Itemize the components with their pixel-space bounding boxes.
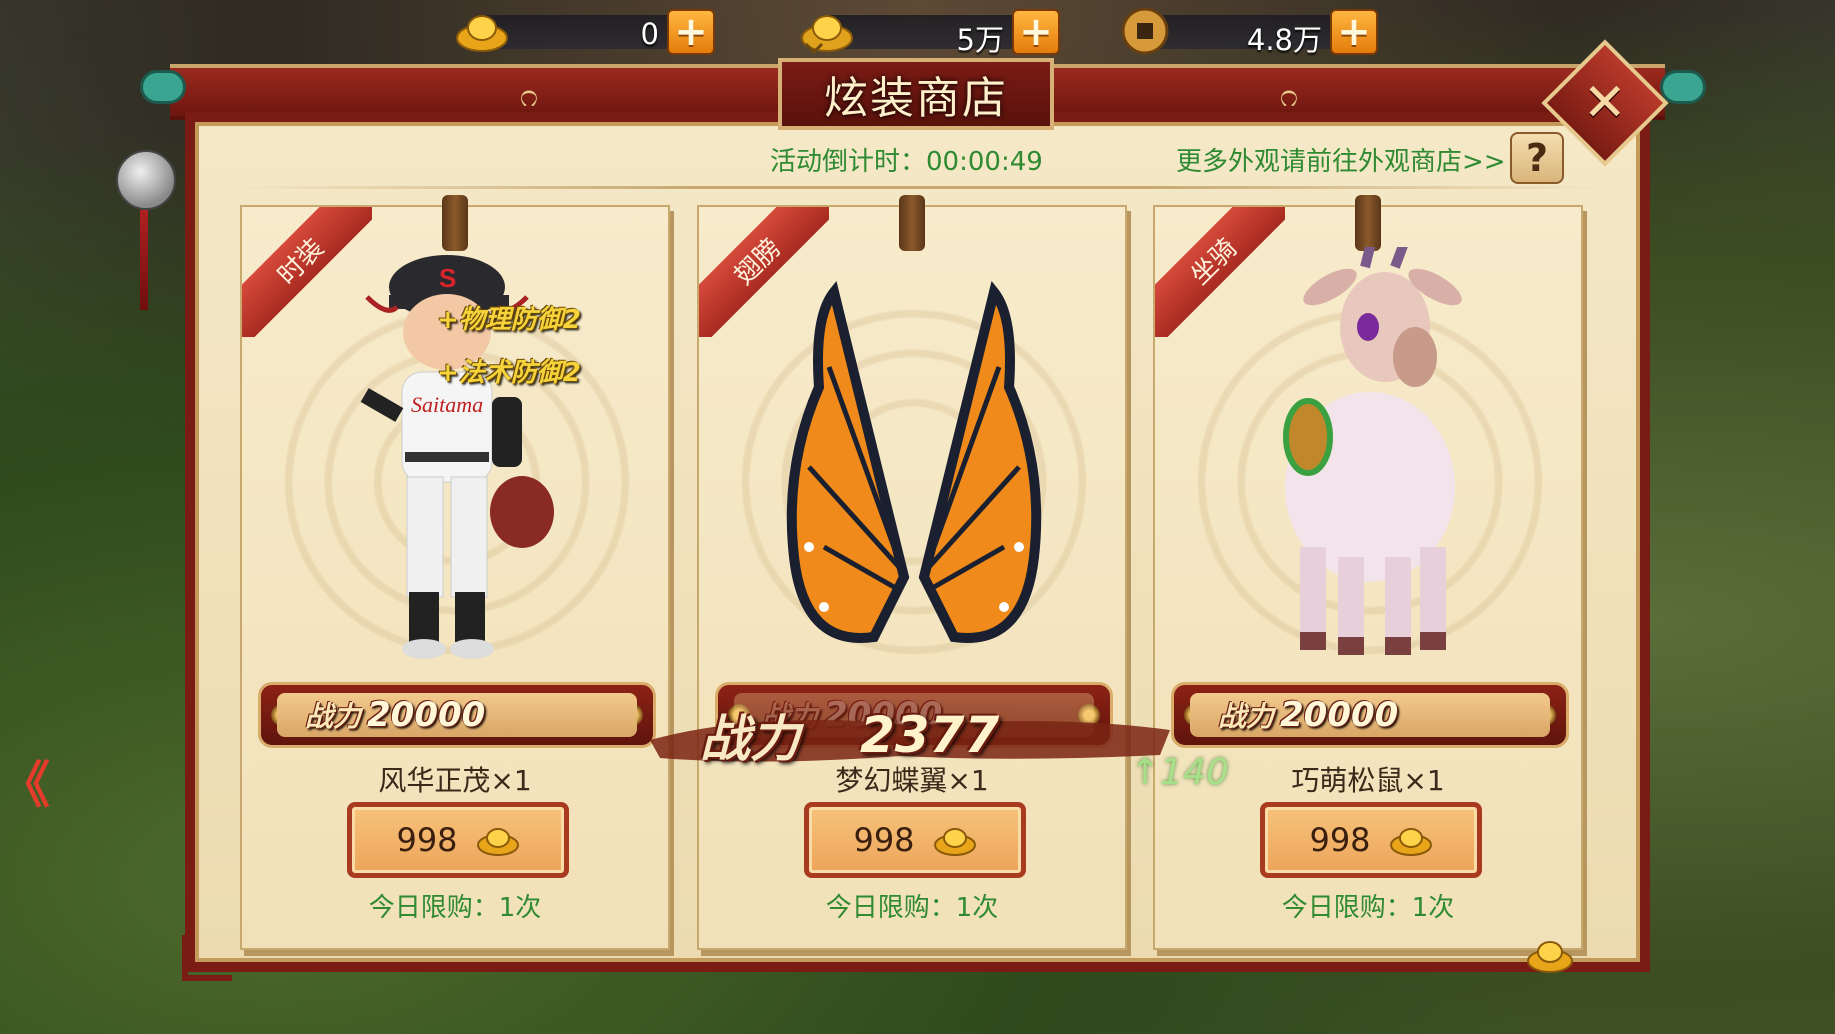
wooden-peg <box>899 195 925 251</box>
combat-power-popup: 战力 2377 <box>640 700 1180 770</box>
item-name: 风华正茂×1 <box>378 764 532 797</box>
gold-ingot-icon <box>1389 828 1432 856</box>
popup-power-value: 2377 <box>860 706 1000 764</box>
daily-purchase-limit: 今日限购：1次 <box>1281 893 1455 923</box>
price-value: 998 <box>396 821 458 859</box>
buff-magic-defense: +法术防御2 <box>437 358 581 388</box>
close-icon: ✕ <box>1583 72 1627 133</box>
price-value: 998 <box>853 821 915 859</box>
svg-text:Saitama: Saitama <box>411 392 483 417</box>
countdown-label: 活动倒计时： <box>770 147 927 177</box>
combat-power-value: 20000 <box>367 695 486 735</box>
add-copper-coin-button[interactable]: + <box>1330 9 1378 55</box>
shop-title-plaque: 炫装商店 <box>778 58 1054 130</box>
appearance-shop-link[interactable]: 更多外观请前往外观商店>> <box>1176 141 1506 178</box>
currency-gold-ingot: 0 + <box>455 4 720 56</box>
buy-button[interactable]: 998 <box>347 802 569 878</box>
corner-ornament <box>182 935 232 981</box>
add-bound-ingot-button[interactable]: + <box>1012 9 1060 55</box>
wooden-peg <box>442 195 468 251</box>
gold-ingot-icon <box>476 828 519 856</box>
wings-preview-image <box>786 280 1042 643</box>
daily-purchase-limit: 今日限购：1次 <box>368 893 542 923</box>
combat-power-value: 20000 <box>1280 695 1399 735</box>
swirl-ornament-right: ೧ <box>1280 76 1298 114</box>
popup-power-delta: ↑140 <box>1130 752 1229 793</box>
gold-ingot-decoration-icon <box>1527 941 1573 973</box>
buy-button[interactable]: 998 <box>1260 802 1482 878</box>
gold-ingot-icon <box>933 828 976 856</box>
swirl-ornament-left: ೧ <box>520 76 538 114</box>
shop-card-costume: 时装 S Saitama +物理防御2 +法术防御2 战力 20000 风华正茂… <box>240 195 670 950</box>
wooden-peg <box>1355 195 1381 251</box>
combat-power-label: 战力 <box>1218 700 1275 733</box>
event-countdown: 活动倒计时：00:00:49 <box>770 141 1043 178</box>
currency-bound-ingot: 5万 + <box>800 4 1065 57</box>
help-button[interactable]: ? <box>1510 132 1564 184</box>
buy-button[interactable]: 998 <box>804 802 1026 878</box>
gold-ingot-icon <box>455 6 509 56</box>
shop-card-mount: 坐骑 战力 20000 巧萌松鼠×1 998 今日限购：1次 <box>1153 195 1583 950</box>
shop-card-wings: 翅膀 战力 20000 梦幻蝶翼×1 998 今日限购：1次 <box>697 195 1127 950</box>
daily-purchase-limit: 今日限购：1次 <box>825 893 999 923</box>
combat-power-label: 战力 <box>305 700 362 733</box>
offscreen-marker: 《 <box>0 756 50 814</box>
currency-copper-coin: 4.8万 + <box>1118 4 1383 57</box>
gold-ingot-amount: 0 <box>640 17 659 51</box>
popup-power-label: 战力 <box>700 710 800 768</box>
banner-cap-right <box>1660 70 1706 104</box>
pendant-ornament <box>116 150 176 210</box>
buff-physical-defense: +物理防御2 <box>437 305 581 335</box>
combat-power-bar: 战力 20000 <box>1171 682 1569 748</box>
bound-ingot-amount: 5万 <box>956 23 1004 57</box>
tassel-ornament <box>140 210 148 310</box>
mount-preview-image <box>1283 247 1462 655</box>
add-gold-ingot-button[interactable]: + <box>667 9 715 55</box>
combat-power-bar: 战力 20000 <box>258 682 656 748</box>
page-title: 炫装商店 <box>824 73 1008 124</box>
banner-cap-left <box>140 70 186 104</box>
copper-coin-icon <box>1118 6 1172 56</box>
header-divider <box>235 186 1605 189</box>
svg-text:S: S <box>439 263 456 293</box>
copper-coin-amount: 4.8万 <box>1246 23 1322 57</box>
price-value: 998 <box>1309 821 1371 859</box>
countdown-value: 00:00:49 <box>926 147 1043 177</box>
bound-ingot-icon <box>800 6 854 56</box>
